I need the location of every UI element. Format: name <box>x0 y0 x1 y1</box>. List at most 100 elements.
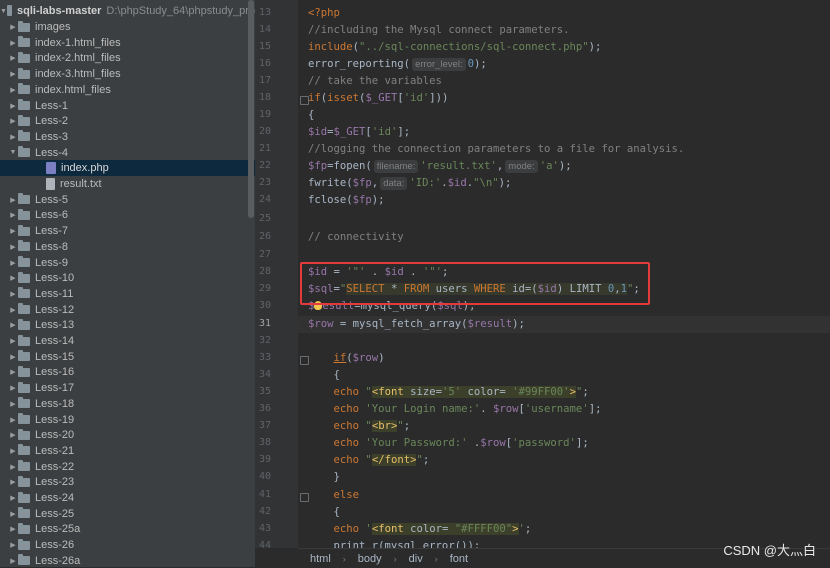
tree-item-label: Less-9 <box>35 256 69 269</box>
chevron-right-icon[interactable]: ▶ <box>8 113 18 129</box>
chevron-right-icon[interactable]: ▶ <box>8 459 18 475</box>
tree-item[interactable]: ▶ Less-20 <box>0 427 255 443</box>
tree-item-label: Less-13 <box>35 319 75 332</box>
code-line: { <box>308 506 340 518</box>
project-scrollbar[interactable] <box>248 0 254 218</box>
code-line: { <box>308 369 340 381</box>
tree-item[interactable]: ▶ Less-25a <box>0 521 255 537</box>
chevron-right-icon[interactable]: ▶ <box>8 35 18 51</box>
folder-icon <box>6 4 13 16</box>
tree-item[interactable]: ▶ Less-14 <box>0 333 255 349</box>
tree-item-label: Less-6 <box>35 209 69 222</box>
chevron-right-icon[interactable]: ▶ <box>8 66 18 82</box>
chevron-right-icon[interactable]: ▶ <box>8 364 18 380</box>
tree-item[interactable]: ▶ index.html_files <box>0 82 255 98</box>
folder-icon <box>18 208 30 220</box>
tree-root[interactable]: ▼ sqli-labs-master D:\phpStudy_64\phpstu… <box>0 3 255 19</box>
chevron-right-icon[interactable]: ▶ <box>8 98 18 114</box>
chevron-right-icon[interactable]: ▶ <box>8 553 18 567</box>
chevron-right-icon[interactable]: ▶ <box>8 537 18 553</box>
breadcrumb-item[interactable]: div <box>409 553 423 565</box>
tree-item[interactable]: ▶ Less-6 <box>0 207 255 223</box>
php-file-icon <box>46 162 56 175</box>
chevron-right-icon[interactable]: ▶ <box>8 223 18 239</box>
tree-item[interactable]: ▶ Less-11 <box>0 286 255 302</box>
tree-item[interactable]: ▶ Less-16 <box>0 364 255 380</box>
tree-item[interactable]: ▶ images <box>0 19 255 35</box>
tree-item[interactable]: ▶ Less-26a <box>0 553 255 567</box>
code-line: include("../sql-connections/sql-connect.… <box>308 41 602 53</box>
tree-item[interactable]: ▶ Less-12 <box>0 302 255 318</box>
line-number: 18 <box>258 92 271 103</box>
tree-item[interactable]: ▶ Less-21 <box>0 443 255 459</box>
chevron-right-icon[interactable]: ▶ <box>8 50 18 66</box>
line-number: 29 <box>258 283 271 294</box>
tree-item[interactable]: ▶ Less-22 <box>0 459 255 475</box>
tree-item[interactable]: ▶ Less-25 <box>0 506 255 522</box>
chevron-right-icon[interactable]: ▶ <box>8 82 18 98</box>
tree-item[interactable]: ▶ Less-5 <box>0 192 255 208</box>
tree-item[interactable]: ▶ Less-2 <box>0 113 255 129</box>
tree-item[interactable]: ▶ Less-3 <box>0 129 255 145</box>
breadcrumb-item[interactable]: body <box>358 553 382 565</box>
tree-item[interactable]: ▶ Less-18 <box>0 396 255 412</box>
breadcrumb-item[interactable]: font <box>450 553 468 565</box>
chevron-right-icon[interactable]: ▶ <box>8 490 18 506</box>
chevron-right-icon[interactable]: ▶ <box>8 317 18 333</box>
chevron-right-icon[interactable]: ▶ <box>8 521 18 537</box>
tree-item[interactable]: ▼ Less-4 <box>0 145 255 161</box>
tree-item[interactable]: result.txt <box>0 176 255 192</box>
tree-item-label: index-3.html_files <box>35 68 121 81</box>
chevron-right-icon[interactable]: ▶ <box>8 239 18 255</box>
chevron-right-icon[interactable]: ▶ <box>8 207 18 223</box>
chevron-right-icon[interactable]: ▶ <box>8 255 18 271</box>
tree-item-label: Less-18 <box>35 397 75 410</box>
tree-item[interactable]: ▶ index-2.html_files <box>0 50 255 66</box>
chevron-right-icon[interactable]: ▶ <box>8 474 18 490</box>
chevron-right-icon[interactable]: ▶ <box>8 396 18 412</box>
chevron-down-icon[interactable]: ▼ <box>8 145 18 161</box>
chevron-right-icon[interactable]: ▶ <box>8 427 18 443</box>
line-number: 22 <box>258 160 271 171</box>
tree-item[interactable]: ▶ Less-1 <box>0 98 255 114</box>
chevron-right-icon[interactable]: ▶ <box>8 443 18 459</box>
tree-item[interactable]: ▶ Less-23 <box>0 474 255 490</box>
code-line: echo 'Your Password:' .$row['password']; <box>333 437 589 449</box>
chevron-right-icon[interactable]: ▶ <box>8 506 18 522</box>
tree-item[interactable]: index.php <box>0 160 255 177</box>
tree-item[interactable]: ▶ Less-24 <box>0 490 255 506</box>
breadcrumb-item[interactable]: html <box>310 553 331 565</box>
chevron-right-icon[interactable]: ▶ <box>8 302 18 318</box>
tree-item[interactable]: ▶ Less-17 <box>0 380 255 396</box>
folder-icon <box>18 350 30 362</box>
tree-item[interactable]: ▶ Less-15 <box>0 349 255 365</box>
tree-item[interactable]: ▶ Less-19 <box>0 412 255 428</box>
tree-item[interactable]: ▶ index-1.html_files <box>0 35 255 51</box>
code-line: $fp=fopen(filename:'result.txt', mode:'a'… <box>308 160 572 173</box>
tree-item[interactable]: ▶ Less-13 <box>0 317 255 333</box>
tree-item[interactable]: ▶ Less-26 <box>0 537 255 553</box>
tree-item[interactable]: ▶ index-3.html_files <box>0 66 255 82</box>
chevron-right-icon[interactable]: ▶ <box>8 192 18 208</box>
folder-icon <box>18 193 30 205</box>
line-number: 33 <box>258 352 271 363</box>
chevron-down-icon[interactable]: ▼ <box>0 3 7 19</box>
chevron-right-icon[interactable]: ▶ <box>8 349 18 365</box>
chevron-right-icon[interactable]: ▶ <box>8 19 18 35</box>
chevron-right-icon[interactable]: ▶ <box>8 129 18 145</box>
tree-item-label: index-2.html_files <box>35 52 121 65</box>
tree-item-label: Less-12 <box>35 303 75 316</box>
tree-item[interactable]: ▶ Less-8 <box>0 239 255 255</box>
param-hint: mode: <box>505 160 538 173</box>
chevron-right-icon[interactable]: ▶ <box>8 270 18 286</box>
chevron-right-icon[interactable]: ▶ <box>8 333 18 349</box>
line-number: 41 <box>258 489 271 500</box>
tree-item[interactable]: ▶ Less-10 <box>0 270 255 286</box>
tree-item[interactable]: ▶ Less-9 <box>0 255 255 271</box>
chevron-right-icon[interactable]: ▶ <box>8 412 18 428</box>
tree-item[interactable]: ▶ Less-7 <box>0 223 255 239</box>
chevron-right-icon[interactable]: ▶ <box>8 380 18 396</box>
folder-icon <box>18 460 30 472</box>
chevron-right-icon[interactable]: ▶ <box>8 286 18 302</box>
param-hint: error_level: <box>412 58 466 71</box>
